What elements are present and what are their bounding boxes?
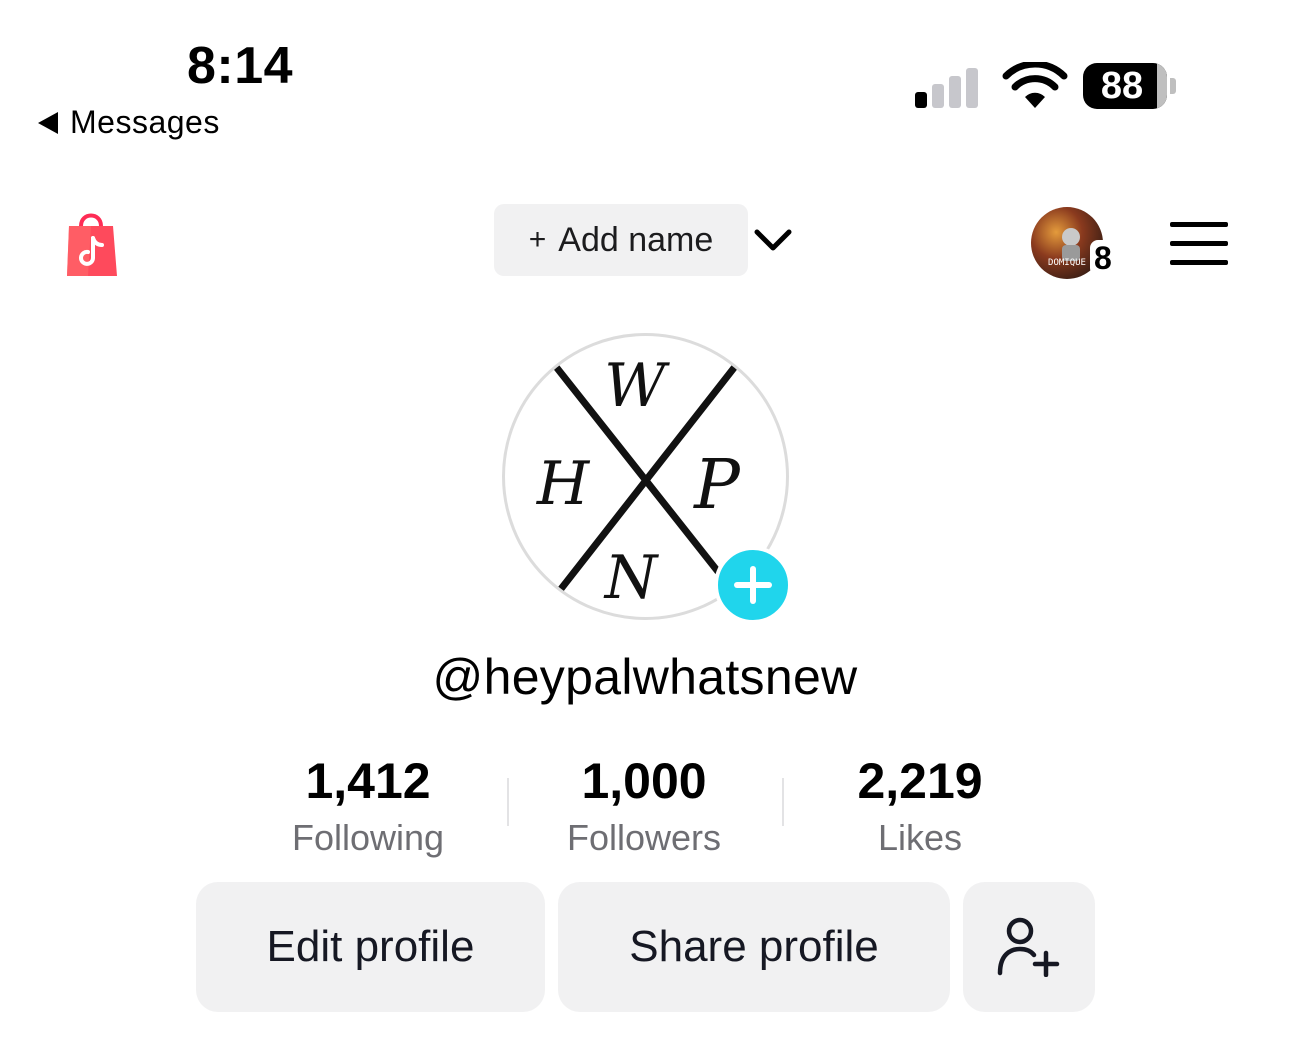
stat-likes[interactable]: 2,219 Likes — [790, 752, 1050, 862]
battery-level: 88 — [1100, 64, 1144, 107]
stat-followers[interactable]: 1,000 Followers — [514, 752, 774, 862]
stat-followers-label: Followers — [566, 817, 722, 858]
svg-text:N: N — [603, 543, 660, 613]
add-friend-button[interactable] — [963, 882, 1095, 1012]
add-name-button[interactable]: + Add name — [494, 204, 748, 276]
stat-following-label: Following — [291, 817, 445, 858]
add-name-plus: + — [528, 223, 547, 256]
share-profile-button[interactable]: Share profile — [558, 882, 950, 1012]
stat-divider — [782, 778, 784, 826]
add-name-label: Add name — [558, 220, 714, 259]
stat-likes-label: Likes — [877, 817, 963, 858]
back-link-label: Messages — [70, 104, 220, 140]
svg-text:P: P — [692, 446, 741, 525]
edit-profile-button[interactable]: Edit profile — [196, 882, 545, 1012]
add-story-button[interactable] — [714, 546, 792, 624]
stat-divider — [507, 778, 509, 826]
story-count-badge: 8 — [1090, 240, 1116, 276]
status-time: 8:14 — [187, 37, 294, 95]
username: @heypalwhatsnew — [432, 649, 858, 705]
stat-followers-value: 1,000 — [581, 753, 707, 809]
signal-icon — [915, 66, 985, 108]
battery-icon: 88 — [1083, 62, 1176, 110]
svg-text:H: H — [536, 449, 591, 519]
stat-following-value: 1,412 — [305, 753, 431, 809]
svg-text:W: W — [604, 351, 670, 421]
svg-text:DOMIQUE: DOMIQUE — [1048, 258, 1086, 268]
stat-likes-value: 2,219 — [857, 753, 983, 809]
back-arrow-icon — [38, 111, 58, 134]
chevron-down-icon[interactable] — [754, 224, 792, 256]
add-friend-icon — [997, 917, 1060, 977]
stat-following[interactable]: 1,412 Following — [238, 752, 498, 862]
back-to-messages-link[interactable]: Messages — [38, 104, 220, 141]
menu-icon[interactable] — [1170, 222, 1230, 266]
plus-icon — [734, 566, 772, 604]
wifi-icon — [1002, 62, 1068, 108]
shop-bag-icon[interactable] — [64, 206, 118, 278]
